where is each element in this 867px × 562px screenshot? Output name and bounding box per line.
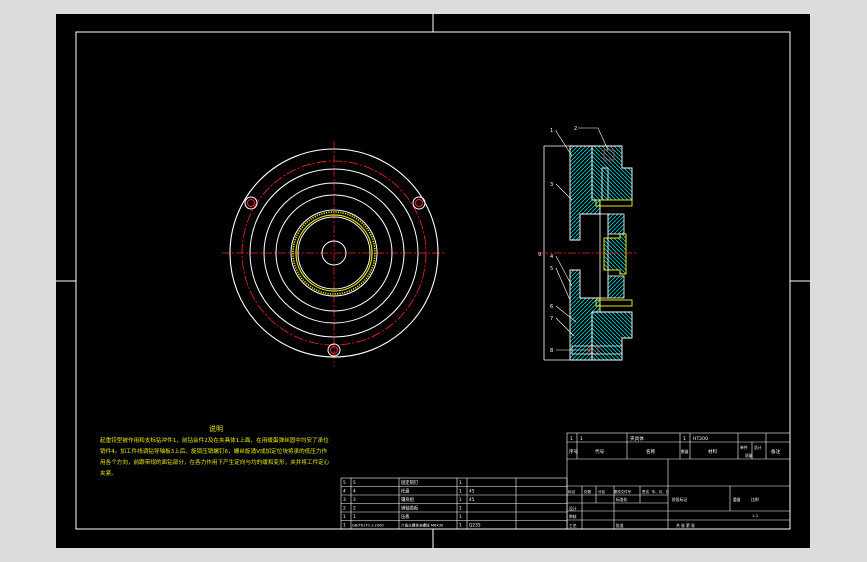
tb-cell: 夹具体	[630, 435, 644, 442]
section-label: 7	[550, 316, 553, 322]
section-label: 1	[550, 128, 553, 134]
bom-cell: 1	[459, 489, 462, 495]
tb-cell: HT200	[693, 436, 708, 442]
bom-cell: 托盘	[401, 488, 410, 495]
section-label: 3	[550, 182, 553, 188]
bom-cell: 1	[343, 514, 346, 520]
tb-header: 序号	[569, 448, 579, 455]
section-label: 2	[574, 126, 577, 132]
bom-cell: 45	[469, 489, 475, 495]
tb-header: 材料	[708, 448, 718, 455]
tb-header: 名称	[646, 448, 656, 455]
bom-cell: 4	[343, 489, 346, 495]
section-label: 5	[550, 266, 553, 272]
bom-cell: 4	[353, 489, 356, 495]
tb-header: 代号	[595, 448, 605, 455]
bom-cell: 1	[459, 514, 462, 520]
tb-sign-label: 年、月、日	[652, 489, 669, 494]
tb-approve-label: 批准	[616, 523, 624, 528]
section-label: 9	[538, 252, 541, 258]
tb-weight-label: 重量	[733, 497, 741, 502]
notes-body: 起重铰型被作用和支标钻冲件1，前钻会件2及在夹具体1上面，在用缓蛋弹丝固中均安了…	[100, 438, 330, 477]
section-label: 8	[550, 348, 553, 354]
section-label: 6	[550, 304, 553, 310]
tb-cell: 1	[683, 436, 686, 442]
bom-cell: 3	[353, 497, 356, 503]
bom-cell: 1	[343, 523, 346, 529]
tb-std-label: 标准化	[616, 497, 628, 502]
tb-stage-label: 阶段标记	[672, 497, 687, 502]
bom-cell: 3	[343, 497, 346, 503]
tb-header: 质量	[745, 453, 753, 458]
tb-header: 数量	[681, 449, 689, 454]
tb-sign-label: 更改文件号	[614, 489, 632, 494]
bom-cell: 固定销钉	[401, 479, 419, 486]
tb-header: 备注	[771, 448, 781, 455]
tb-left-label: 工艺	[569, 523, 577, 528]
tb-sign-label: 处数	[584, 489, 592, 494]
bom-cell: 1	[459, 497, 462, 503]
tb-sign-label: 分区	[598, 489, 606, 494]
bom-cell: 销轴盖板	[401, 505, 419, 512]
notes-title: 说明	[209, 425, 223, 433]
cad-drawing-viewport: 1 2 3 4 5 6 7 8 9 5 5 固定销钉 1 4 4 托盘 1 45…	[0, 0, 867, 562]
bom-cell: 45	[469, 497, 475, 503]
tb-scale-value: 1:1	[752, 513, 759, 518]
tb-cell: 1	[580, 436, 583, 442]
tb-left-label: 设计	[569, 506, 577, 511]
tb-header: 单件	[740, 445, 748, 450]
bom-cell: Q235	[469, 523, 481, 529]
tb-header: 总计	[754, 445, 762, 450]
bom-cell: 压板	[401, 513, 410, 520]
bom-cell: 5	[343, 480, 346, 486]
tb-sign-label: 签名	[642, 489, 650, 494]
section-label: 4	[550, 254, 553, 260]
technical-notes: 说明 起重铰型被作用和支标钻冲件1，前钻会件2及在夹具体1上面，在用缓蛋弹丝固中…	[100, 424, 332, 480]
tb-scale-label: 比例	[751, 497, 759, 502]
bom-cell: 2	[343, 506, 346, 512]
bom-cell: 1	[353, 514, 356, 520]
bom-cell: GB/T6170.1-2000	[352, 524, 384, 528]
bom-cell: 1	[459, 480, 462, 486]
tb-cell: 1	[570, 436, 573, 442]
bom-cell: 1	[459, 506, 462, 512]
tb-left-label: 审核	[569, 514, 577, 519]
bom-cell: 镶块组	[401, 496, 415, 503]
bom-cell: 1	[459, 523, 462, 529]
bom-cell: 六角头螺栓全螺纹 M6X30	[401, 523, 444, 528]
bom-cell: 2	[353, 506, 356, 512]
bom-cell: 5	[353, 480, 356, 486]
tb-sign-label: 标记	[568, 489, 576, 494]
tb-sheet-label: 共 张 第 张	[676, 523, 695, 528]
